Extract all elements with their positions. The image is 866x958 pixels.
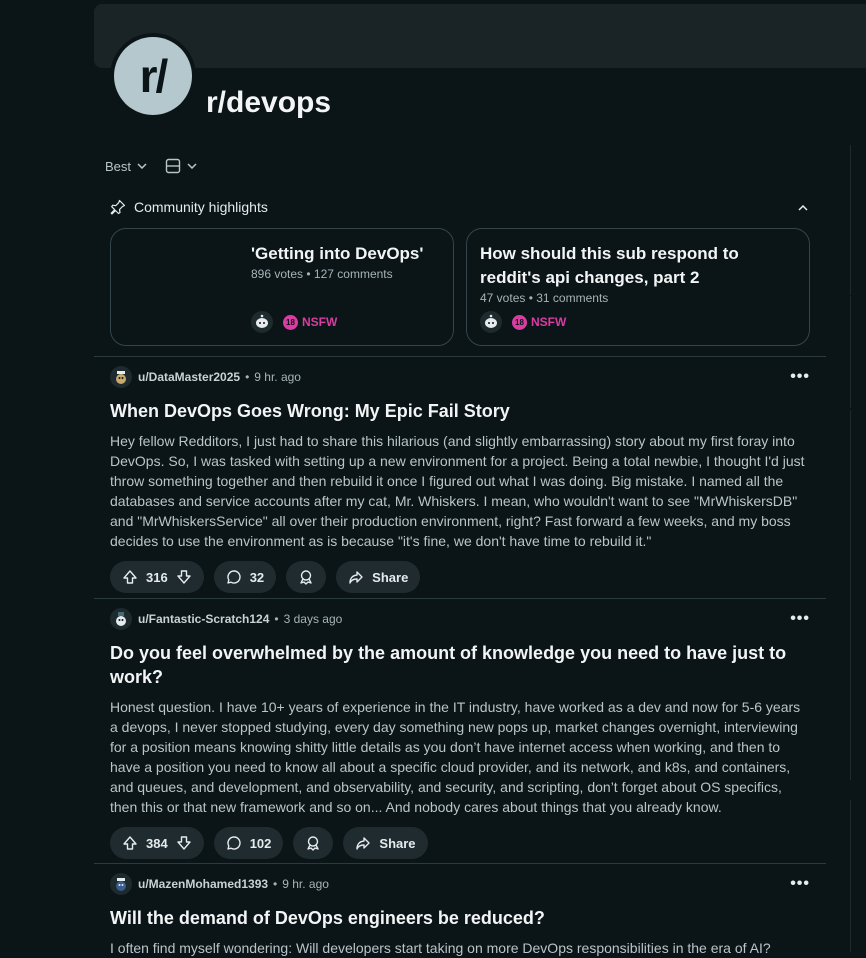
subreddit-banner — [94, 4, 866, 68]
share-label: Share — [372, 569, 409, 585]
post-meta: u/MazenMohamed1393 • 9 hr. ago ••• — [110, 873, 810, 895]
comment-count: 102 — [249, 835, 272, 851]
share-icon — [349, 571, 363, 584]
post-actions: 384 102 Share — [110, 827, 810, 859]
feed-divider — [94, 863, 826, 864]
vote-group: 316 — [110, 561, 204, 593]
award-icon — [300, 570, 312, 585]
subreddit-avatar[interactable]: r/ — [110, 33, 196, 119]
post-body[interactable]: Honest question. I have 10+ years of exp… — [110, 697, 810, 817]
comment-count: 32 — [249, 569, 265, 585]
post-actions: 316 32 Share — [110, 561, 810, 593]
post-meta: u/Fantastic-Scratch124 • 3 days ago ••• — [110, 608, 810, 630]
award-icon — [307, 836, 320, 851]
sort-dropdown[interactable]: Best — [105, 159, 147, 174]
card-view-icon — [165, 158, 181, 174]
highlight-card[interactable]: 'Getting into DevOps' 896 votes • 127 co… — [110, 228, 454, 346]
highlight-card[interactable]: How should this sub respond to reddit's … — [466, 228, 810, 346]
post-card[interactable]: u/Fantastic-Scratch124 • 3 days ago ••• … — [110, 608, 810, 859]
community-highlights-header: Community highlights — [110, 199, 808, 215]
highlight-title: How should this sub respond to reddit's … — [480, 244, 739, 287]
comments-button[interactable]: 102 — [213, 827, 284, 859]
snoo-avatar-icon — [251, 311, 273, 333]
downvote-icon[interactable] — [176, 569, 192, 585]
post-title[interactable]: Will the demand of DevOps engineers be r… — [110, 906, 810, 930]
vote-group: 384 — [110, 827, 204, 859]
post-title[interactable]: When DevOps Goes Wrong: My Epic Fail Sto… — [110, 399, 810, 423]
vote-count: 384 — [146, 835, 168, 851]
snoo-avatar-icon — [480, 311, 502, 333]
user-avatar-icon[interactable] — [110, 873, 132, 895]
highlight-meta: 896 votes • 127 comments — [251, 267, 393, 281]
share-label: Share — [379, 835, 416, 851]
post-author[interactable]: u/MazenMohamed1393 — [138, 877, 268, 891]
post-time: 9 hr. ago — [254, 370, 301, 384]
post-meta: u/DataMaster2025 • 9 hr. ago ••• — [110, 366, 810, 388]
highlight-title: 'Getting into DevOps' — [251, 244, 424, 263]
more-options-icon[interactable]: ••• — [790, 610, 810, 628]
post-card[interactable]: u/MazenMohamed1393 • 9 hr. ago ••• Will … — [110, 873, 810, 958]
share-icon — [356, 837, 371, 850]
meta-separator: • — [273, 877, 278, 891]
right-sidebar-edge — [850, 800, 851, 952]
comment-icon — [227, 570, 241, 584]
award-button[interactable] — [286, 561, 327, 593]
meta-separator: • — [274, 612, 279, 626]
share-button[interactable]: Share — [336, 561, 421, 593]
vote-count: 316 — [146, 569, 168, 585]
post-time: 9 hr. ago — [282, 877, 329, 891]
chevron-up-icon — [798, 204, 808, 211]
user-avatar-icon[interactable] — [110, 366, 132, 388]
pin-icon — [110, 199, 126, 215]
community-highlights-label: Community highlights — [134, 199, 268, 215]
chevron-down-icon — [187, 163, 197, 169]
downvote-icon[interactable] — [176, 835, 192, 851]
post-card[interactable]: u/DataMaster2025 • 9 hr. ago ••• When De… — [110, 366, 810, 593]
post-body[interactable]: I often find myself wondering: Will deve… — [110, 938, 810, 958]
collapse-highlights-button[interactable] — [798, 200, 808, 214]
right-sidebar-edge — [850, 410, 851, 780]
view-dropdown[interactable] — [165, 158, 197, 174]
nsfw-icon: 18 — [283, 314, 298, 330]
post-author[interactable]: u/Fantastic-Scratch124 — [138, 612, 269, 626]
post-time: 3 days ago — [283, 612, 343, 626]
feed-divider — [94, 598, 826, 599]
nsfw-icon: 18 — [512, 314, 527, 330]
more-options-icon[interactable]: ••• — [790, 368, 810, 386]
subreddit-avatar-icon: r/ — [114, 37, 192, 115]
share-button[interactable]: Share — [343, 827, 428, 859]
user-avatar-icon[interactable] — [110, 608, 132, 630]
upvote-icon[interactable] — [122, 569, 138, 585]
feed-divider — [94, 356, 826, 357]
subreddit-title: r/devops — [206, 86, 332, 119]
right-sidebar-edge — [850, 296, 851, 408]
feed-controls: Best — [105, 158, 197, 174]
nsfw-badge: 18 NSFW — [512, 314, 566, 330]
post-body[interactable]: Hey fellow Redditors, I just had to shar… — [110, 431, 810, 551]
upvote-icon[interactable] — [122, 835, 138, 851]
chevron-down-icon — [137, 163, 147, 169]
sort-label: Best — [105, 158, 132, 174]
meta-separator: • — [245, 370, 250, 384]
award-button[interactable] — [293, 827, 334, 859]
highlight-meta: 47 votes • 31 comments — [480, 291, 609, 305]
comment-icon — [227, 836, 241, 850]
nsfw-badge: 18 NSFW — [283, 314, 337, 330]
post-title[interactable]: Do you feel overwhelmed by the amount of… — [110, 641, 810, 689]
comments-button[interactable]: 32 — [213, 561, 277, 593]
post-author[interactable]: u/DataMaster2025 — [138, 370, 240, 384]
right-sidebar-edge — [850, 145, 851, 295]
more-options-icon[interactable]: ••• — [790, 875, 810, 893]
